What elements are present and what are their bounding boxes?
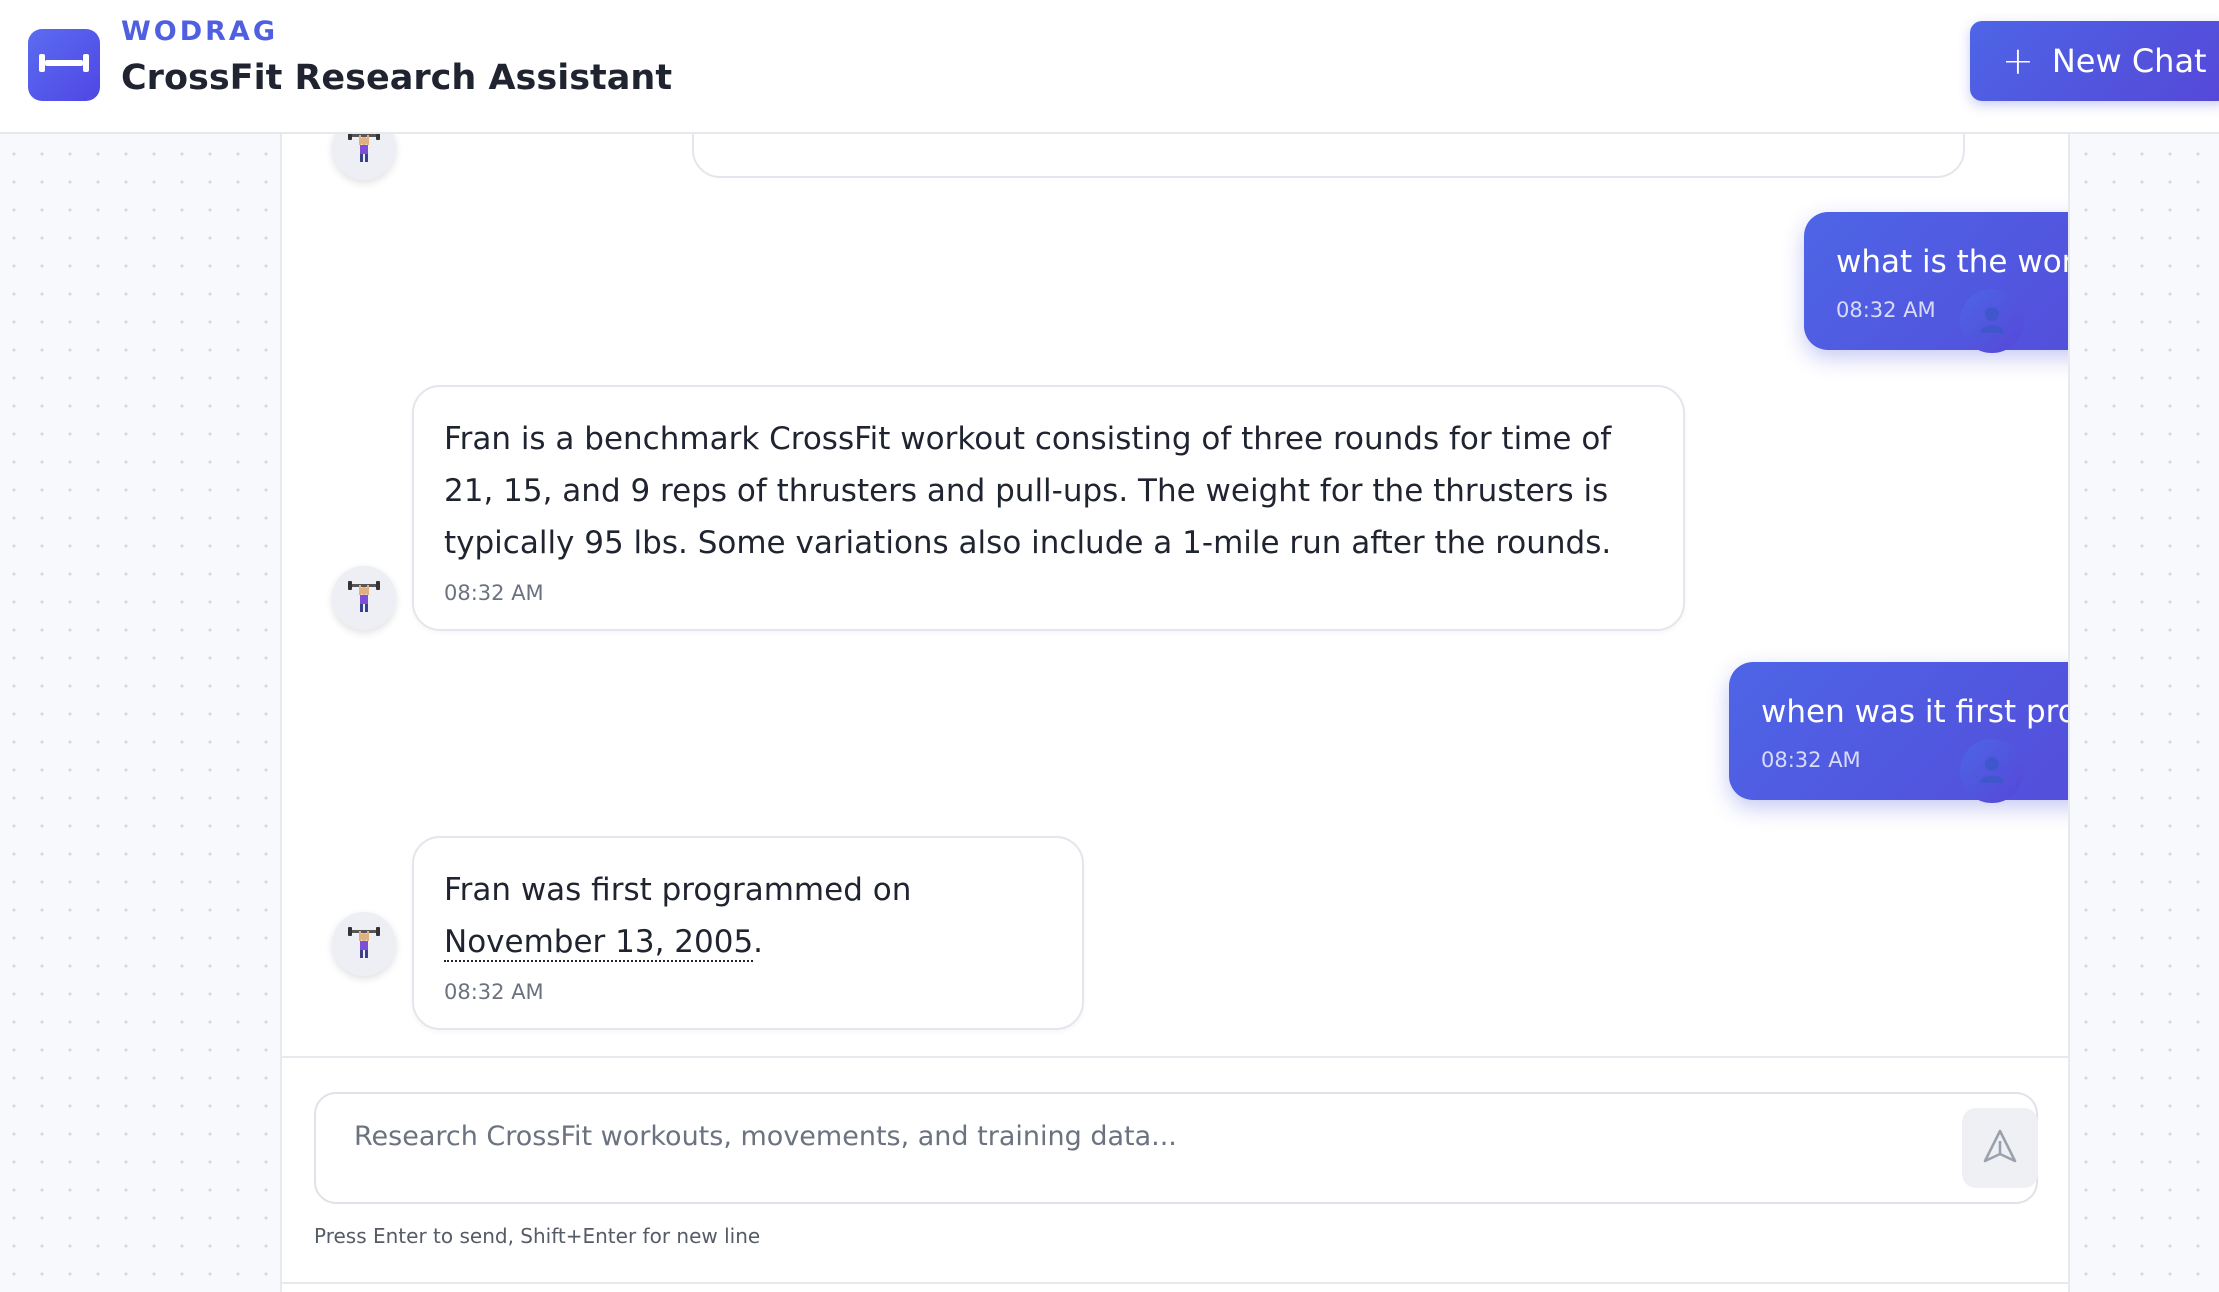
- user-message-text: when was it first programmed: [1761, 694, 2068, 730]
- app-title: CrossFit Research Assistant: [121, 58, 673, 98]
- assistant-avatar: [332, 566, 396, 630]
- weightlifter-icon: [347, 579, 381, 617]
- app-logo: [28, 29, 100, 101]
- date-reference: November 13, 2005: [444, 924, 754, 962]
- message-input-box: [314, 1092, 2038, 1204]
- brand-name: WODRAG: [121, 16, 278, 47]
- message-input[interactable]: [354, 1114, 1894, 1158]
- user-message-bubble: what is the workout Fran 08:32 AM: [1804, 212, 2068, 350]
- message-text-end: .: [753, 924, 764, 960]
- divider: [282, 1282, 2068, 1284]
- send-button[interactable]: [1962, 1108, 2038, 1188]
- new-chat-button[interactable]: + New Chat: [1970, 21, 2219, 101]
- input-hint: Press Enter to send, Shift+Enter for new…: [314, 1224, 761, 1248]
- user-message-text: what is the workout Fran: [1836, 244, 2068, 280]
- message-list: 08:29 AM what is the workout Fran 08:32 …: [282, 0, 2068, 1056]
- user-icon: [1977, 304, 2007, 338]
- message-time: 08:32 AM: [444, 581, 544, 605]
- chat-panel: 08:29 AM what is the workout Fran 08:32 …: [280, 0, 2070, 1292]
- assistant-avatar: [332, 912, 396, 976]
- assistant-message-text: Fran was first programmed on November 13…: [444, 864, 1052, 968]
- message-time: 08:32 AM: [1836, 298, 1936, 322]
- plus-icon: +: [2002, 39, 2034, 83]
- weightlifter-icon: [347, 129, 381, 167]
- message-time: 08:32 AM: [444, 980, 544, 1004]
- send-icon: [1981, 1127, 2019, 1169]
- new-chat-label: New Chat: [2051, 42, 2207, 80]
- dumbbell-icon: [35, 48, 93, 82]
- user-avatar: [1960, 739, 2024, 803]
- assistant-message-bubble: Fran was first programmed on November 13…: [412, 836, 1084, 1030]
- message-text-start: Fran was first programmed on: [444, 872, 912, 908]
- user-avatar: [1960, 289, 2024, 353]
- assistant-message-text: Fran is a benchmark CrossFit workout con…: [444, 421, 1612, 561]
- assistant-message-bubble: Fran is a benchmark CrossFit workout con…: [412, 385, 1685, 631]
- user-icon: [1977, 754, 2007, 788]
- top-header: WODRAG CrossFit Research Assistant + New…: [0, 0, 2219, 134]
- weightlifter-icon: [347, 925, 381, 963]
- composer: Press Enter to send, Shift+Enter for new…: [282, 1056, 2068, 1292]
